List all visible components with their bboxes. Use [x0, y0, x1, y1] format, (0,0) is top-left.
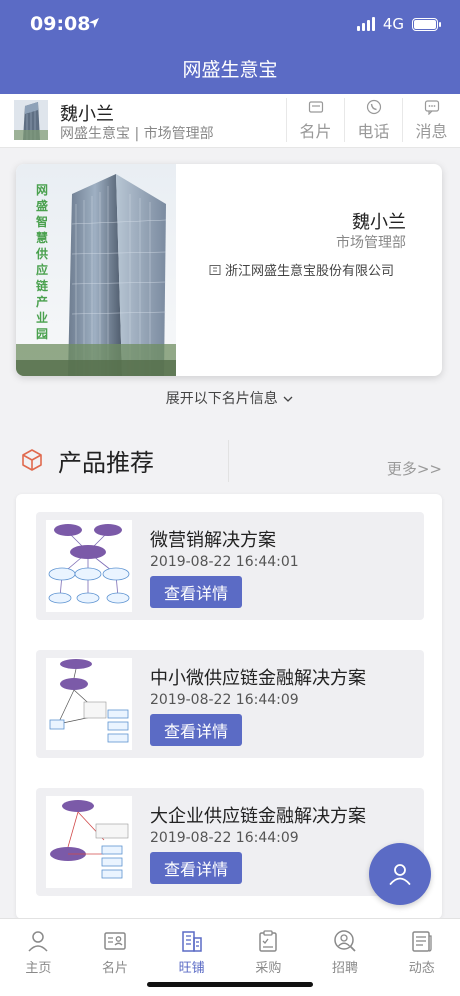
svg-text:链: 链 — [36, 278, 49, 293]
message-icon — [424, 99, 439, 115]
svg-text:智: 智 — [35, 214, 48, 229]
avatar — [14, 100, 48, 140]
svg-text:业: 业 — [36, 310, 48, 325]
profile-subtitle: 网盛生意宝 | 市场管理部 — [60, 126, 214, 142]
svg-text:网: 网 — [36, 183, 48, 197]
product-thumbnail — [46, 658, 132, 750]
tab-label: 招聘 — [332, 961, 359, 976]
product-thumbnail — [46, 796, 132, 888]
card-company-name: 浙江网盛生意宝股份有限公司 — [224, 264, 394, 279]
view-details-button[interactable]: 查看详情 — [150, 714, 242, 746]
svg-text:产: 产 — [36, 294, 48, 309]
product-title: 大企业供应链金融解决方案 — [150, 806, 366, 827]
business-card[interactable]: 网盛智 慧供应 链产业 园 魏小兰 市场管理部 浙江网盛生意宝股份有限公司 — [16, 164, 442, 376]
cube-icon — [22, 449, 42, 471]
contact-fab-button[interactable] — [369, 843, 431, 905]
card-department: 市场管理部 — [336, 235, 406, 251]
expand-card-info-link[interactable]: 展开以下名片信息 — [0, 388, 460, 408]
product-title: 中小微供应链金融解决方案 — [150, 668, 366, 689]
chevron-down-icon — [283, 396, 293, 402]
tab-home[interactable]: 主页 — [0, 919, 77, 996]
namecard-icon — [104, 932, 126, 950]
product-item[interactable]: 微营销解决方案 2019-08-22 16:44:01 查看详情 — [36, 512, 424, 620]
message-action-button[interactable]: 消息 — [402, 98, 460, 142]
card-action-label: 名片 — [299, 121, 332, 141]
phone-icon — [366, 99, 381, 114]
phone-action-label: 电话 — [357, 121, 390, 141]
svg-text:供: 供 — [35, 246, 48, 261]
company-icon — [209, 264, 221, 275]
battery-icon — [412, 17, 441, 31]
tab-label: 采购 — [255, 961, 282, 976]
tab-recruit[interactable]: 招聘 — [307, 919, 384, 996]
product-time: 2019-08-22 16:44:09 — [150, 830, 299, 846]
building-icon — [181, 931, 202, 952]
tab-label: 旺铺 — [178, 961, 205, 976]
card-name: 魏小兰 — [352, 212, 406, 233]
building-photo: 网盛智 慧供应 链产业 园 — [16, 164, 176, 376]
card-company: 浙江网盛生意宝股份有限公司 — [209, 260, 394, 279]
status-bar: 09:08 4G — [0, 0, 460, 50]
profile-strip: 魏小兰 网盛生意宝 | 市场管理部 名片 电话 消息 — [0, 94, 460, 148]
more-products-link[interactable]: 更多>> — [387, 458, 442, 479]
section-divider — [228, 440, 229, 482]
tab-label: 名片 — [102, 961, 129, 976]
location-arrow-icon — [88, 14, 100, 33]
tab-label: 动态 — [408, 961, 435, 976]
expand-label: 展开以下名片信息 — [165, 391, 278, 407]
nav-title: 网盛生意宝 — [182, 59, 278, 81]
search-person-icon — [334, 930, 356, 952]
clipboard-icon — [259, 930, 278, 952]
message-action-label: 消息 — [415, 121, 448, 141]
product-item[interactable]: 中小微供应链金融解决方案 2019-08-22 16:44:09 查看详情 — [36, 650, 424, 758]
nav-bar: 网盛生意宝 — [0, 50, 460, 94]
network-label: 4G — [382, 15, 404, 33]
person-icon — [28, 931, 48, 952]
tab-news[interactable]: 动态 — [383, 919, 460, 996]
svg-text:园: 园 — [36, 327, 48, 341]
status-indicators: 4G — [356, 15, 441, 33]
product-time: 2019-08-22 16:44:01 — [150, 554, 299, 570]
phone-action-button[interactable]: 电话 — [344, 98, 402, 142]
view-details-button[interactable]: 查看详情 — [150, 576, 242, 608]
person-icon — [389, 864, 411, 885]
status-time: 09:08 — [30, 13, 91, 35]
svg-text:慧: 慧 — [36, 230, 48, 245]
card-icon — [308, 100, 323, 113]
product-item[interactable]: 大企业供应链金融解决方案 2019-08-22 16:44:09 查看详情 — [36, 788, 424, 896]
product-time: 2019-08-22 16:44:09 — [150, 692, 299, 708]
card-action-button[interactable]: 名片 — [286, 98, 344, 142]
tab-namecard[interactable]: 名片 — [77, 919, 154, 996]
product-thumbnail — [46, 520, 132, 612]
svg-text:盛: 盛 — [36, 198, 48, 213]
products-section-header: 产品推荐 更多>> — [0, 436, 460, 488]
svg-text:应: 应 — [36, 262, 48, 277]
signal-icon — [356, 17, 375, 31]
quick-actions: 名片 电话 消息 — [286, 98, 460, 142]
tab-label: 主页 — [25, 961, 52, 976]
home-indicator — [147, 982, 313, 987]
view-details-button[interactable]: 查看详情 — [150, 852, 242, 884]
section-title: 产品推荐 — [58, 449, 154, 477]
news-icon — [411, 931, 432, 952]
product-title: 微营销解决方案 — [150, 530, 276, 551]
